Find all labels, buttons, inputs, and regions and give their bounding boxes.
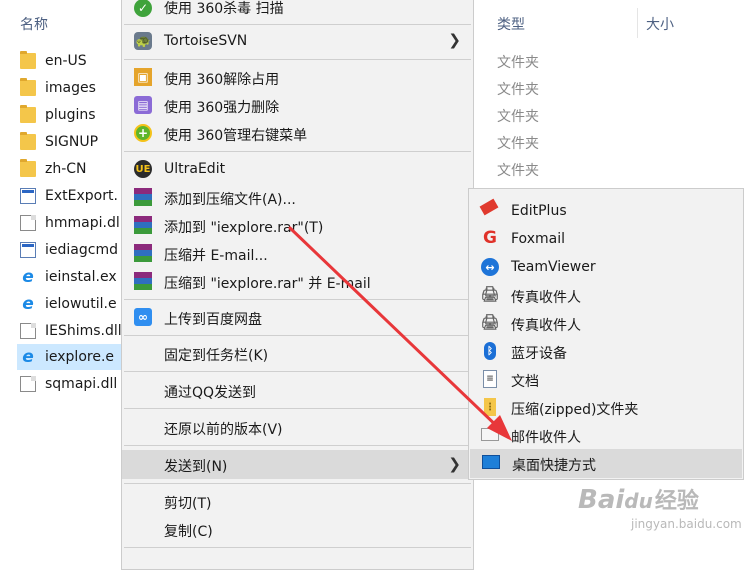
baidu-watermark-url: jingyan.baidu.com xyxy=(631,517,742,531)
annotation-arrow xyxy=(288,226,512,441)
baidu-watermark-logo: Baidu经验 xyxy=(578,485,699,515)
